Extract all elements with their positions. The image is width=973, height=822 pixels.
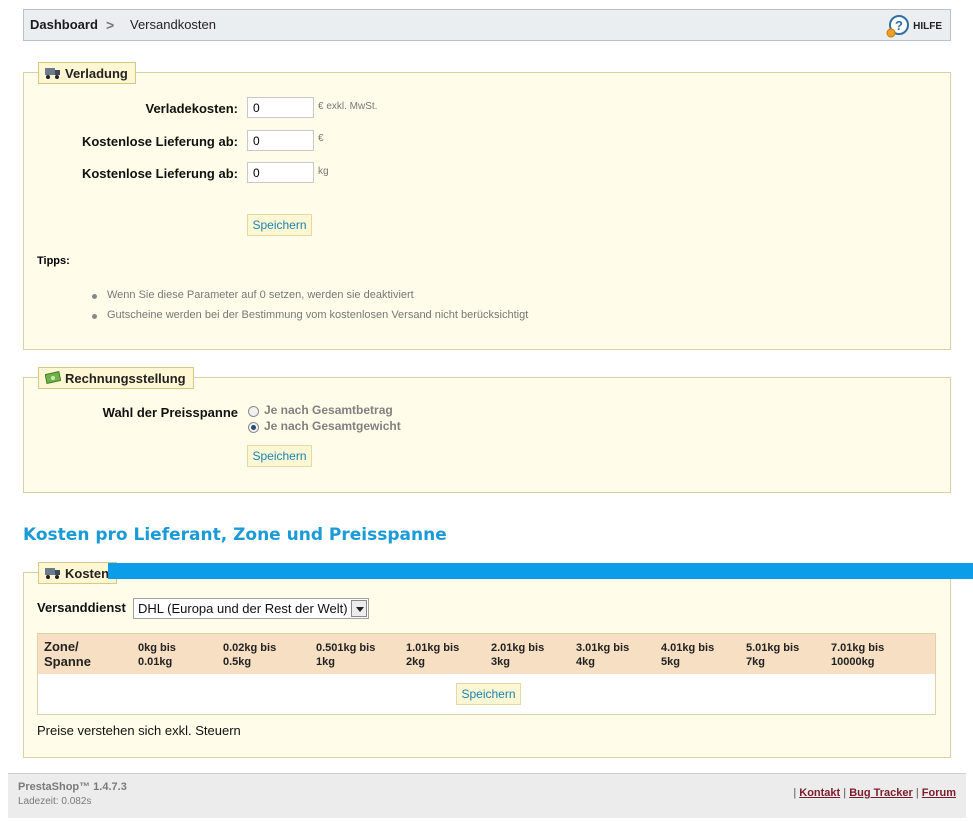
verladekosten-input[interactable] — [247, 97, 314, 118]
svg-text:?: ? — [895, 18, 903, 33]
table-header-cell: 0.02kg bis 0.5kg — [223, 642, 277, 668]
link-separator: | — [915, 787, 919, 799]
kosten-save-button[interactable]: Speichern — [456, 683, 521, 705]
footer-link-bugtracker[interactable]: Bug Tracker — [849, 787, 913, 799]
carrier-label: Versanddienst — [37, 600, 126, 615]
table-header-cell: 2.01kg bis 3kg — [491, 642, 545, 668]
rechnung-legend-label: Rechnungsstellung — [65, 370, 186, 386]
table-header-cell: 0.501kg bis 1kg — [316, 642, 376, 668]
verladung-legend: Verladung — [38, 62, 136, 84]
free-shipping-price-label: Kostenlose Lieferung ab: — [81, 134, 238, 149]
table-header-cell: Zone/Spanne — [44, 639, 91, 669]
zone-range-table: Zone/Spanne 0kg bis 0.01kg 0.02kg bis 0.5k… — [37, 633, 936, 715]
verladekosten-unit: € exkl. MwSt. — [318, 101, 378, 112]
verladung-save-button[interactable]: Speichern — [247, 214, 312, 236]
footer-link-kontakt[interactable]: Kontakt — [799, 787, 840, 799]
carrier-select-value: DHL (Europa und der Rest der Welt) — [138, 601, 348, 616]
free-shipping-weight-unit: kg — [318, 166, 329, 177]
tips-title: Tipps: — [37, 255, 70, 267]
carrier-select[interactable]: DHL (Europa und der Rest der Welt) — [133, 598, 369, 619]
kosten-legend-label: Kosten — [65, 565, 110, 581]
help-label: HILFE — [913, 20, 942, 32]
verladekosten-label: Verladekosten: — [145, 101, 239, 116]
breadcrumb: Dashboard > Versandkosten ? HILFE — [23, 9, 951, 41]
footer-link-forum[interactable]: Forum — [922, 787, 956, 799]
table-header-cell: 4.01kg bis 5kg — [661, 642, 715, 668]
tip-item: Wenn Sie diese Parameter auf 0 setzen, w… — [92, 289, 414, 301]
money-icon — [44, 371, 62, 385]
truck-icon — [45, 566, 61, 580]
table-header-cell: 0kg bis 0.01kg — [138, 642, 176, 668]
breadcrumb-current: Versandkosten — [130, 17, 217, 32]
highlight-bar — [108, 563, 973, 579]
kosten-section-title: Kosten pro Lieferant, Zone und Preisspan… — [23, 525, 447, 545]
radio-gesamtbetrag[interactable] — [248, 406, 259, 417]
table-header-cell: 7.01kg bis 10000kg — [831, 642, 885, 668]
table-header-cell: 3.01kg bis 4kg — [576, 642, 630, 668]
truck-icon — [45, 66, 61, 80]
footer-links: | Kontakt | Bug Tracker | Forum — [793, 787, 956, 799]
radio-gesamtgewicht-label[interactable]: Je nach Gesamtgewicht — [264, 419, 401, 433]
rechnung-legend: Rechnungsstellung — [38, 367, 194, 389]
rechnung-panel: Rechnungsstellung Wahl der Preisspanne J… — [23, 367, 951, 493]
free-shipping-price-input[interactable] — [247, 130, 314, 151]
breadcrumb-dashboard-link[interactable]: Dashboard — [30, 17, 98, 32]
table-header-cell: 5.01kg bis 7kg — [746, 642, 800, 668]
kosten-legend: Kosten — [38, 562, 118, 584]
tax-note: Preise verstehen sich exkl. Steuern — [37, 723, 241, 738]
chevron-down-icon[interactable] — [351, 600, 367, 617]
help-button[interactable]: ? HILFE — [885, 14, 942, 38]
free-shipping-weight-label: Kostenlose Lieferung ab: — [81, 166, 238, 181]
radio-gesamtgewicht[interactable] — [248, 422, 259, 433]
free-shipping-price-unit: € — [318, 133, 324, 144]
rechnung-save-button[interactable]: Speichern — [247, 445, 312, 467]
tip-item: Gutscheine werden bei der Bestimmung vom… — [91, 309, 529, 321]
load-time: Ladezeit: 0.082s — [18, 796, 92, 807]
link-separator: | — [793, 787, 797, 799]
link-separator: | — [843, 787, 847, 799]
free-shipping-weight-input[interactable] — [247, 162, 314, 183]
table-header-cell: 1.01kg bis 2kg — [406, 642, 460, 668]
breadcrumb-separator-icon: > — [106, 17, 115, 33]
verladung-panel: Verladung Verladekosten: € exkl. MwSt. K… — [23, 62, 951, 350]
radio-gesamtbetrag-label[interactable]: Je nach Gesamtbetrag — [264, 403, 393, 417]
zone-table-header: Zone/Spanne 0kg bis 0.01kg 0.02kg bis 0.5k… — [38, 634, 935, 674]
prestashop-version: PrestaShop™ 1.4.7.3 — [18, 781, 127, 793]
preisspanne-label: Wahl der Preisspanne — [102, 405, 238, 420]
help-icon: ? — [885, 14, 910, 38]
verladung-legend-label: Verladung — [65, 65, 128, 81]
footer: PrestaShop™ 1.4.7.3 Ladezeit: 0.082s | K… — [8, 773, 966, 818]
